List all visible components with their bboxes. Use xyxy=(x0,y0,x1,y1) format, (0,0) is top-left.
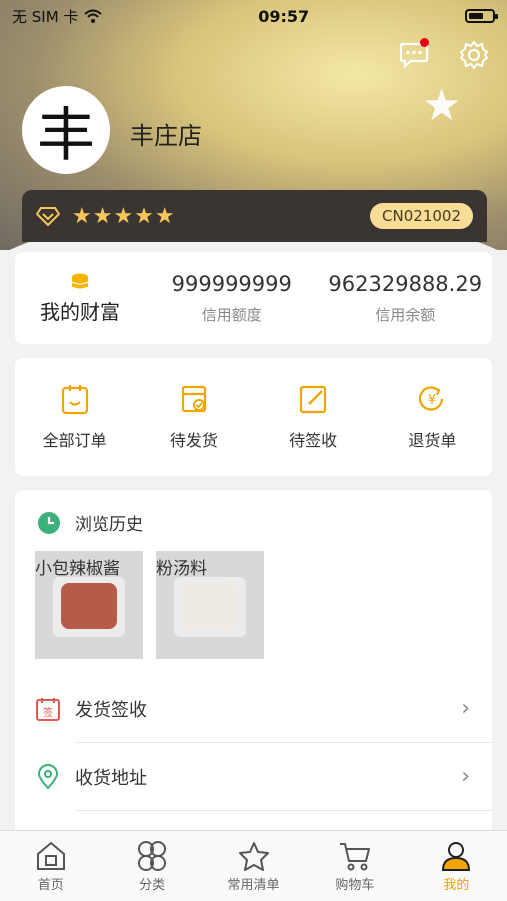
menu-item-label: 发货签收 xyxy=(75,699,147,721)
notification-dot xyxy=(420,38,429,47)
order-pending-ship-button[interactable]: 待发货 xyxy=(134,383,253,451)
avatar[interactable]: 丰 xyxy=(22,86,110,174)
status-bar: 无 SIM 卡 09:57 xyxy=(0,0,507,32)
credit-balance-value: 962329888.29 xyxy=(328,271,483,296)
product-name: 粉汤料 xyxy=(156,559,207,579)
order-pending-ship-label: 待发货 xyxy=(169,431,218,450)
battery-icon xyxy=(465,9,498,23)
order-list-icon xyxy=(61,385,88,415)
order-pending-sign-button[interactable]: 待签收 xyxy=(254,383,373,451)
cart-icon xyxy=(339,842,370,870)
wealth-title: 我的财富 xyxy=(40,299,120,324)
tab-label: 我的 xyxy=(443,877,470,893)
gear-icon xyxy=(459,40,489,70)
history-product[interactable]: 小包辣椒酱 xyxy=(35,551,143,659)
location-icon xyxy=(37,763,59,789)
divider xyxy=(75,810,492,811)
diamond-icon xyxy=(36,207,60,226)
clock-icon xyxy=(38,511,60,534)
order-pending-sign-label: 待签收 xyxy=(289,431,338,450)
profile-icon xyxy=(442,841,471,871)
wealth-title-block: 我的财富 xyxy=(15,272,145,325)
tab-label: 常用清单 xyxy=(227,877,280,893)
tab-label: 购物车 xyxy=(335,877,375,893)
message-button[interactable] xyxy=(397,38,431,72)
wealth-card: 我的财富 999999999 信用额度 962329888.29 信用余额 xyxy=(15,252,492,344)
order-all-button[interactable]: 全部订单 xyxy=(15,383,134,451)
star-list-icon xyxy=(238,841,269,871)
carrier-text: 无 SIM 卡 xyxy=(12,7,79,26)
product-image xyxy=(61,583,117,629)
rating-stars: ★★★★★ xyxy=(72,203,176,229)
tab-category[interactable]: 分类 xyxy=(101,831,202,901)
status-time: 09:57 xyxy=(258,6,310,26)
store-code-badge: CN021002 xyxy=(370,203,473,229)
order-return-button[interactable]: ¥ 退货单 xyxy=(373,383,492,451)
history-header: 浏览历史 xyxy=(15,490,492,535)
category-icon xyxy=(138,840,167,871)
history-product[interactable]: 粉汤料 xyxy=(156,551,264,659)
menu-item-label: 收货地址 xyxy=(75,767,147,789)
tab-label: 分类 xyxy=(139,877,166,893)
pending-ship-icon xyxy=(181,385,206,413)
coins-icon xyxy=(71,273,89,289)
settings-button[interactable] xyxy=(457,38,491,72)
star-decoration-icon: ★ xyxy=(422,80,462,131)
tab-bar: 首页 分类 常用清单 购物车 我的 xyxy=(0,830,507,901)
history-products: 小包辣椒酱 粉汤料 xyxy=(35,551,492,659)
credit-limit: 999999999 信用额度 xyxy=(145,272,319,325)
home-icon xyxy=(36,841,65,870)
product-image xyxy=(182,583,238,629)
credit-limit-label: 信用额度 xyxy=(201,305,262,324)
tab-home[interactable]: 首页 xyxy=(0,831,101,901)
menu-item-delivery-sign[interactable]: 签 发货签收 › xyxy=(35,675,492,742)
tab-favorites[interactable]: 常用清单 xyxy=(203,831,304,901)
sign-stamp-icon: 签 xyxy=(36,697,60,721)
order-all-label: 全部订单 xyxy=(42,431,107,450)
chevron-right-icon: › xyxy=(461,696,470,721)
credit-limit-value: 999999999 xyxy=(171,271,292,296)
svg-text:签: 签 xyxy=(43,706,53,719)
menu-item-address[interactable]: 收货地址 › xyxy=(35,743,492,810)
product-name: 小包辣椒酱 xyxy=(35,559,120,579)
credit-balance: 962329888.29 信用余额 xyxy=(319,272,493,325)
chevron-right-icon: › xyxy=(461,764,470,789)
tab-profile[interactable]: 我的 xyxy=(406,831,507,901)
orders-card: 全部订单 待发货 待签收 ¥ 退货单 xyxy=(15,358,492,476)
pending-sign-icon xyxy=(300,385,327,414)
wifi-icon xyxy=(84,9,103,23)
tab-label: 首页 xyxy=(37,877,64,893)
credit-balance-label: 信用余额 xyxy=(375,305,436,324)
return-icon: ¥ xyxy=(419,386,444,411)
order-return-label: 退货单 xyxy=(408,431,457,450)
store-name: 丰庄店 xyxy=(130,122,202,150)
history-card: 浏览历史 小包辣椒酱 粉汤料 签 发货签收 › 收货地址 › xyxy=(15,490,492,850)
tab-cart[interactable]: 购物车 xyxy=(304,831,405,901)
vip-bar: ★★★★★ CN021002 xyxy=(22,190,487,242)
status-left: 无 SIM 卡 xyxy=(12,6,103,27)
history-title: 浏览历史 xyxy=(75,515,143,535)
header-actions xyxy=(397,38,491,72)
svg-text:¥: ¥ xyxy=(428,393,436,408)
